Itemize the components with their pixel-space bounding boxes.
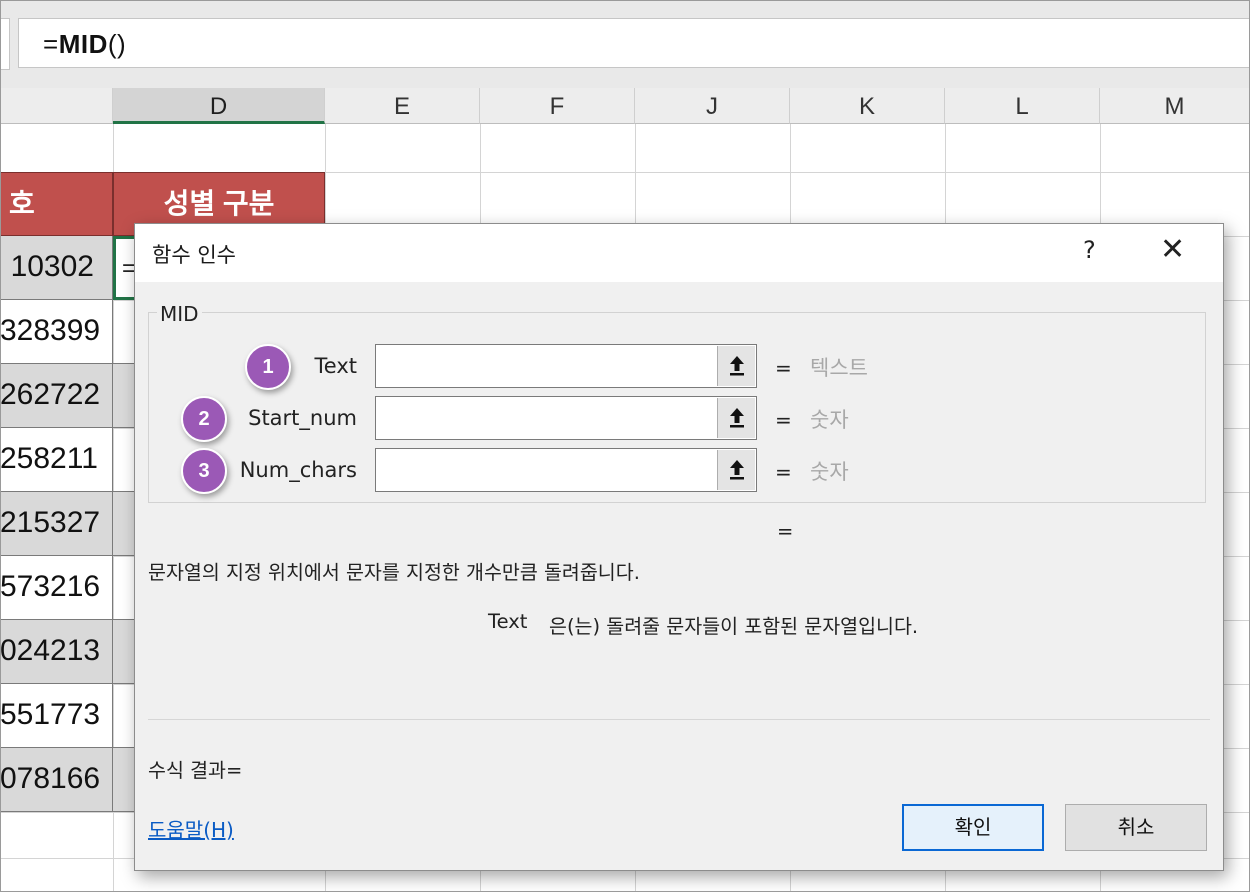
column-header-l[interactable]: L bbox=[945, 88, 1100, 124]
arg-label-text: Text bbox=[314, 354, 357, 378]
function-description: 문자열의 지정 위치에서 문자를 지정한 개수만큼 돌려줍니다. bbox=[148, 561, 640, 584]
formula-result-label: 수식 결과= bbox=[148, 759, 243, 782]
number-cell[interactable]: 024213 bbox=[0, 620, 113, 684]
arg-equals: = bbox=[775, 460, 792, 484]
column-header-j[interactable]: J bbox=[635, 88, 790, 124]
name-box[interactable] bbox=[0, 18, 10, 70]
column-header-e[interactable]: E bbox=[325, 88, 480, 124]
column-header-blank bbox=[0, 88, 113, 124]
start-num-arg-input[interactable] bbox=[375, 396, 757, 440]
number-cell[interactable]: 328399 bbox=[0, 300, 113, 364]
ok-button[interactable]: 확인 bbox=[902, 804, 1044, 851]
column-header-f[interactable]: F bbox=[480, 88, 635, 124]
argument-name: Text bbox=[488, 610, 528, 633]
result-equals: = bbox=[777, 520, 794, 543]
column-header-d[interactable]: D bbox=[113, 88, 325, 124]
column-header-m[interactable]: M bbox=[1100, 88, 1250, 124]
help-link[interactable]: 도움말(H) bbox=[148, 814, 234, 843]
number-cell[interactable]: 215327 bbox=[0, 492, 113, 556]
help-question-icon[interactable]: ? bbox=[1083, 236, 1096, 264]
number-cell[interactable]: 078166 bbox=[0, 748, 113, 812]
formula-bar-area: =MID() bbox=[0, 0, 1250, 88]
dialog-title: 함수 인수 bbox=[152, 243, 236, 267]
dialog-titlebar[interactable]: 함수 인수 ? ✕ bbox=[135, 224, 1223, 282]
formula-input[interactable]: =MID() bbox=[18, 18, 1250, 68]
formula-text: =MID() bbox=[43, 29, 127, 59]
header-cell-number[interactable]: 호 bbox=[0, 172, 113, 236]
function-name-label: MID bbox=[157, 302, 202, 326]
number-cell[interactable]: 10302 bbox=[0, 236, 113, 300]
upload-arrow-icon bbox=[729, 460, 744, 480]
arg-equals: = bbox=[775, 408, 792, 432]
number-cell[interactable]: 551773 bbox=[0, 684, 113, 748]
number-cell[interactable]: 573216 bbox=[0, 556, 113, 620]
close-icon[interactable]: ✕ bbox=[1160, 232, 1185, 267]
collapse-dialog-button[interactable] bbox=[717, 346, 755, 386]
argument-description: 은(는) 돌려줄 문자들이 포함된 문자열입니다. bbox=[549, 615, 919, 638]
arg-label-num-chars: Num_chars bbox=[239, 458, 357, 482]
divider bbox=[148, 719, 1210, 720]
upload-arrow-icon bbox=[729, 408, 744, 428]
arg-type-hint: 숫자 bbox=[810, 460, 849, 484]
upload-arrow-icon bbox=[729, 356, 744, 376]
arg-equals: = bbox=[775, 356, 792, 380]
num-chars-arg-input[interactable] bbox=[375, 448, 757, 492]
cancel-button[interactable]: 취소 bbox=[1065, 804, 1207, 851]
arg-type-hint: 숫자 bbox=[810, 408, 849, 432]
collapse-dialog-button[interactable] bbox=[717, 450, 755, 490]
arg-type-hint: 텍스트 bbox=[810, 356, 868, 380]
function-arguments-dialog: 함수 인수 ? ✕ MID 1 Text = 텍스트 2 Start_num =… bbox=[134, 223, 1224, 871]
arg-label-start-num: Start_num bbox=[248, 406, 357, 430]
column-header-k[interactable]: K bbox=[790, 88, 945, 124]
number-cell[interactable]: 262722 bbox=[0, 364, 113, 428]
text-arg-input[interactable] bbox=[375, 344, 757, 388]
number-cell[interactable]: 258211 bbox=[0, 428, 113, 492]
collapse-dialog-button[interactable] bbox=[717, 398, 755, 438]
